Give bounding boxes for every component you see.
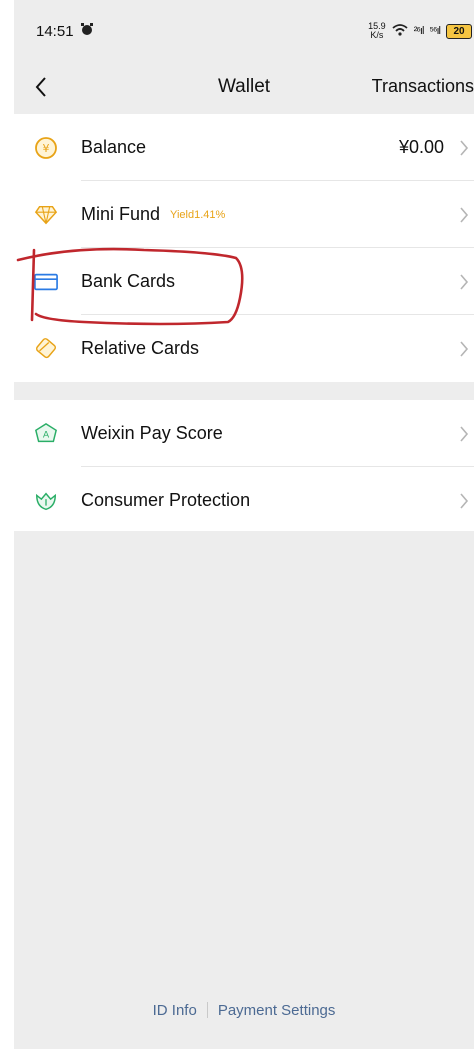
svg-text:¥: ¥ [43, 142, 50, 155]
svg-text:A: A [43, 430, 50, 441]
list-item-label: Consumer Protection [81, 490, 251, 510]
payment-settings-link[interactable]: Payment Settings [218, 1002, 336, 1019]
net-speed-unit: K/s [370, 30, 384, 40]
mini-fund-label: Mini Fund [81, 204, 161, 224]
chevron-right-icon [458, 492, 470, 510]
footer-divider [206, 1002, 208, 1018]
list-item-balance[interactable]: ¥ Balance ¥0.00 [14, 114, 474, 181]
alarm-icon [80, 22, 94, 40]
pay-score-icon: A [34, 422, 58, 446]
list-item-mini-fund[interactable]: Mini Fund Yield1.41% [14, 181, 474, 248]
battery-icon: 20 [446, 23, 472, 39]
status-left: 14:51 [14, 22, 94, 40]
signal-icon-2: ⁵⁶ıl [429, 25, 441, 37]
bank-card-icon [34, 270, 58, 294]
transactions-button[interactable]: Transactions [372, 76, 474, 97]
service-items-group: A Weixin Pay Score Consumer Protection [14, 400, 474, 531]
chevron-right-icon [458, 425, 470, 443]
wifi-icon [392, 23, 408, 39]
list-item-bank-cards[interactable]: Bank Cards [14, 248, 474, 315]
list-item-label: Balance [81, 137, 147, 157]
list-item-label: Bank Cards [81, 271, 176, 291]
nav-bar: Wallet Transactions [14, 62, 474, 114]
chevron-right-icon [458, 139, 470, 157]
list-item-label: Mini Fund Yield1.41% [81, 204, 225, 225]
list-item-label: Relative Cards [81, 338, 200, 358]
status-bar: 14:51 15.9 K/s ²⁶ıl ⁵⁶ıl 20 [14, 0, 474, 62]
id-info-link[interactable]: ID Info [153, 1002, 197, 1019]
protection-icon [34, 489, 58, 513]
diamond-icon [34, 203, 58, 227]
wallet-screen: 14:51 15.9 K/s ²⁶ıl ⁵⁶ıl 20 Wallet Trans… [14, 0, 474, 1049]
list-item-consumer-protection[interactable]: Consumer Protection [14, 467, 474, 534]
footer-links: ID Info Payment Settings [14, 1002, 474, 1019]
list-item-relative-cards[interactable]: Relative Cards [14, 315, 474, 382]
net-speed: 15.9 K/s [368, 22, 386, 40]
yield-badge: Yield1.41% [170, 209, 226, 221]
status-right: 15.9 K/s ²⁶ıl ⁵⁶ıl 20 [368, 22, 474, 40]
wallet-items-group: ¥ Balance ¥0.00 Mini Fund Yield1.41% Bank [14, 114, 474, 382]
yuan-coin-icon: ¥ [34, 136, 58, 160]
chevron-right-icon [458, 340, 470, 358]
chevron-right-icon [458, 206, 470, 224]
chevron-right-icon [458, 273, 470, 291]
relative-card-icon [34, 337, 58, 361]
status-time: 14:51 [36, 22, 74, 40]
list-item-label: Weixin Pay Score [81, 423, 223, 443]
balance-value: ¥0.00 [398, 137, 444, 157]
list-item-pay-score[interactable]: A Weixin Pay Score [14, 400, 474, 467]
signal-icon-1: ²⁶ıl [413, 25, 425, 37]
